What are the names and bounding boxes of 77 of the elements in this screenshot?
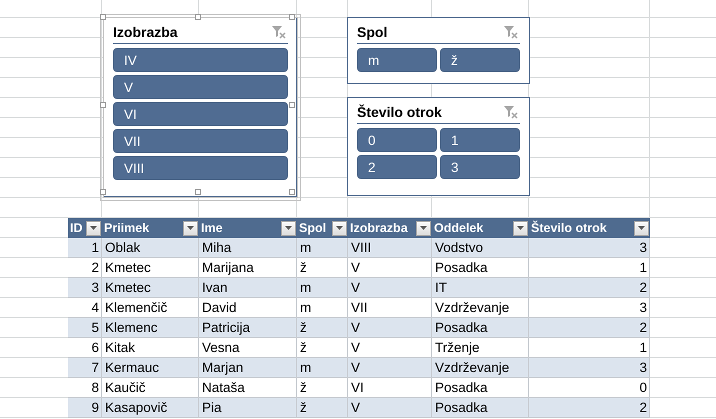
table-cell: IT [432, 278, 529, 298]
clear-filter-icon[interactable] [271, 24, 287, 38]
table-cell: Pia [199, 398, 297, 418]
filter-dropdown-button[interactable] [634, 220, 649, 236]
header-label: Izobrazba [350, 221, 408, 235]
resize-handle[interactable] [289, 189, 295, 195]
filter-dropdown-button[interactable] [86, 220, 101, 236]
header-label: Oddelek [434, 221, 484, 235]
table-cell: Vzdrževanje [432, 358, 529, 378]
table-cell: Oblak [102, 238, 199, 258]
caret-icon [285, 226, 292, 230]
table-cell: Kasapovič [102, 398, 199, 418]
clear-filter-icon[interactable] [503, 104, 519, 118]
table-cell: 3 [68, 278, 102, 298]
table-cell: m [297, 278, 348, 298]
table-cell: VIII [348, 238, 432, 258]
table-cell: m [297, 358, 348, 378]
slicer-title: Spol [357, 24, 388, 40]
header-label: ID [70, 221, 82, 235]
header-label: Spol [299, 221, 326, 235]
slicer-item[interactable]: VII [113, 129, 288, 153]
slicer-item[interactable]: V [113, 75, 288, 99]
filter-dropdown-button[interactable] [416, 220, 431, 236]
table-cell: ž [297, 398, 348, 418]
filter-dropdown-button[interactable] [281, 220, 296, 236]
table-cell: Kmetec [102, 278, 199, 298]
table-cell: 2 [529, 318, 650, 338]
filter-dropdown-button[interactable] [332, 220, 347, 236]
table-cell: Kermauc [102, 358, 199, 378]
slicer-item[interactable]: ž [440, 48, 520, 72]
slicer-item[interactable]: IV [113, 48, 288, 72]
filter-dropdown-button[interactable] [513, 220, 528, 236]
table-cell: Posadka [432, 318, 529, 338]
table-cell: 3 [529, 238, 650, 258]
table-cell: V [348, 398, 432, 418]
slicer-item[interactable]: 1 [440, 128, 520, 152]
slicer-item[interactable]: 3 [440, 155, 520, 179]
table-cell: Vodstvo [432, 238, 529, 258]
slicer-item[interactable]: 2 [357, 155, 437, 179]
table-cell: V [348, 358, 432, 378]
table-cell: ž [297, 318, 348, 338]
table-cell: Marjan [199, 358, 297, 378]
caret-icon [90, 226, 97, 230]
table-cell: 2 [529, 398, 650, 418]
slicer-title: Izobrazba [113, 24, 178, 40]
header-label: Priimek [104, 221, 150, 235]
table-cell: 9 [68, 398, 102, 418]
clear-filter-icon[interactable] [503, 24, 519, 38]
slicer-item[interactable]: VI [113, 102, 288, 126]
slicer-title: Število otrok [357, 104, 442, 120]
header-label: Ime [201, 221, 223, 235]
caret-icon [336, 226, 343, 230]
table-cell: 2 [529, 278, 650, 298]
caret-icon [638, 226, 645, 230]
slicer-item[interactable]: VIII [113, 156, 288, 180]
resize-handle[interactable] [100, 189, 106, 195]
table-cell: Posadka [432, 398, 529, 418]
slicer-item[interactable]: m [357, 48, 437, 72]
resize-handle[interactable] [289, 14, 295, 20]
table-cell: Ivan [199, 278, 297, 298]
resize-handle[interactable] [100, 14, 106, 20]
table-cell: Klemenc [102, 318, 199, 338]
table-cell: 5 [68, 318, 102, 338]
table-cell: 7 [68, 358, 102, 378]
table-cell: Miha [199, 238, 297, 258]
table-cell: 1 [68, 238, 102, 258]
header-label: Število otrok [531, 221, 607, 235]
slicer-item[interactable]: 0 [357, 128, 437, 152]
filter-dropdown-button[interactable] [183, 220, 198, 236]
table-cell: Patricija [199, 318, 297, 338]
table-cell: 3 [529, 358, 650, 378]
table-cell: m [297, 238, 348, 258]
caret-icon [517, 226, 524, 230]
caret-icon [420, 226, 427, 230]
caret-icon [187, 226, 194, 230]
table-cell: V [348, 318, 432, 338]
table-cell: V [348, 278, 432, 298]
